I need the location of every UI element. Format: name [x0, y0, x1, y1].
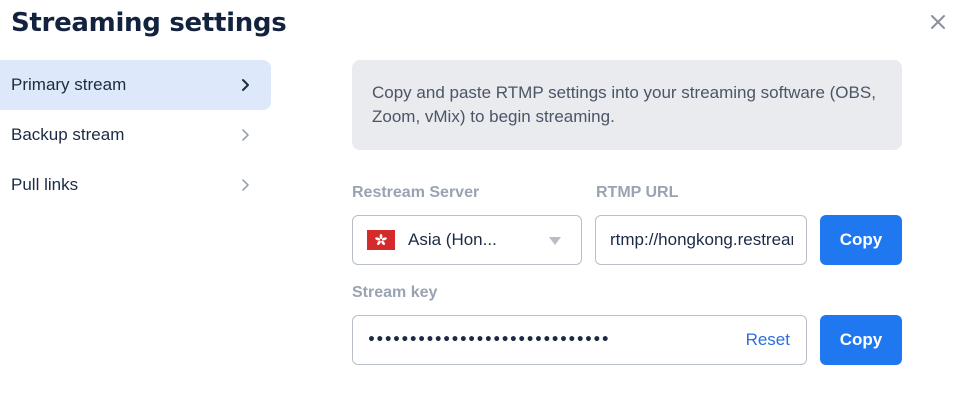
- chevron-right-icon: [239, 128, 253, 142]
- sidebar-item-label: Backup stream: [11, 125, 125, 144]
- sidebar-item-pull-links[interactable]: Pull links: [0, 160, 271, 210]
- server-select[interactable]: Asia (Hon...: [352, 215, 582, 265]
- dialog-title: Streaming settings: [11, 8, 287, 38]
- chevron-right-icon: [239, 178, 253, 192]
- rtmp-url-field[interactable]: [595, 215, 807, 265]
- server-select-value: Asia (Hon...: [408, 230, 497, 249]
- stream-key-field[interactable]: ••••••••••••••••••••••••••••• Reset: [352, 315, 807, 365]
- dropdown-arrow-icon: [549, 237, 561, 245]
- info-message: Copy and paste RTMP settings into your s…: [352, 60, 902, 150]
- close-icon[interactable]: [926, 10, 950, 34]
- stream-key-masked-value: •••••••••••••••••••••••••••••: [367, 332, 610, 348]
- copy-rtmp-url-button[interactable]: Copy: [820, 215, 902, 265]
- rtmp-url-label: RTMP URL: [596, 184, 679, 201]
- reset-key-link[interactable]: Reset: [746, 330, 790, 350]
- sidebar-item-label: Pull links: [11, 175, 79, 194]
- sidebar-item-label: Primary stream: [11, 75, 127, 94]
- copy-stream-key-button[interactable]: Copy: [820, 315, 902, 365]
- server-label: Restream Server: [352, 184, 480, 201]
- sidebar-item-backup-stream[interactable]: Backup stream: [0, 110, 271, 160]
- chevron-right-icon: [239, 78, 253, 92]
- settings-sidebar: Primary stream Backup stream Pull links: [0, 60, 271, 210]
- stream-key-label: Stream key: [352, 284, 438, 301]
- hong-kong-flag-icon: [367, 230, 395, 250]
- sidebar-item-primary-stream[interactable]: Primary stream: [0, 60, 271, 110]
